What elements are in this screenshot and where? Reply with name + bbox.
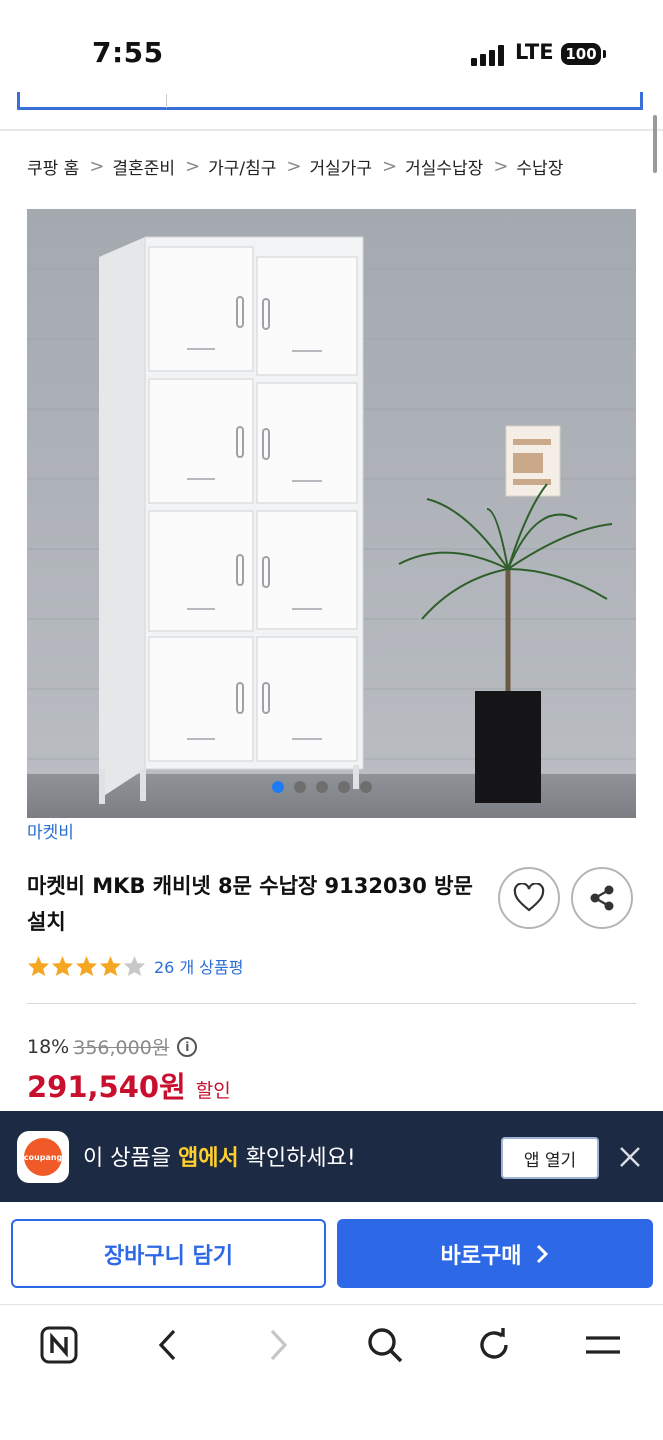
add-to-cart-button[interactable]: 장바구니 담기 bbox=[11, 1219, 326, 1288]
breadcrumb-item-living-furniture[interactable]: 거실가구 bbox=[309, 154, 372, 179]
naver-n-glyph bbox=[40, 1326, 78, 1364]
network-type: LTE bbox=[515, 40, 554, 64]
original-price: 356,000원 bbox=[73, 1037, 170, 1059]
original-price-row: 18% 356,000원 i bbox=[27, 1033, 198, 1060]
refresh-glyph bbox=[480, 1328, 508, 1359]
carousel-indicator[interactable] bbox=[272, 781, 372, 793]
toolbar-divider bbox=[0, 1304, 663, 1305]
discount-rate: 18% bbox=[27, 1035, 70, 1058]
coupang-logo-mark: coupang bbox=[24, 1138, 62, 1176]
star-icon bbox=[51, 955, 74, 977]
search-bar[interactable] bbox=[17, 92, 643, 110]
buy-now-label: 바로구매 bbox=[440, 1243, 522, 1269]
close-banner-button[interactable] bbox=[615, 1142, 645, 1172]
banner-text-highlight: 앱에서 bbox=[177, 1146, 239, 1171]
chevron-right-icon: > bbox=[89, 155, 105, 177]
open-app-button[interactable]: 앱 열기 bbox=[501, 1137, 599, 1179]
cabinet-photo bbox=[27, 209, 636, 818]
search-icon[interactable] bbox=[365, 1325, 405, 1365]
breadcrumb-item-furniture[interactable]: 가구/침구 bbox=[208, 154, 276, 179]
banner-text-2: 확인하세요! bbox=[238, 1146, 356, 1171]
buy-now-button[interactable]: 바로구매 bbox=[337, 1219, 653, 1288]
back-icon[interactable] bbox=[148, 1325, 188, 1365]
breadcrumb-item-living-storage[interactable]: 거실수납장 bbox=[405, 154, 483, 179]
battery-tip bbox=[603, 50, 606, 58]
brand-link[interactable]: 마켓비 bbox=[27, 818, 74, 843]
sale-label: 할인 bbox=[195, 1080, 231, 1102]
rating[interactable]: 26 개 상품평 bbox=[27, 954, 243, 978]
chevron-right-icon: > bbox=[382, 155, 398, 177]
star-icon bbox=[75, 955, 98, 977]
battery-icon: 100 bbox=[561, 43, 601, 65]
chevron-left-glyph bbox=[158, 1329, 176, 1361]
breadcrumb: 쿠팡 홈 > 결혼준비 > 가구/침구 > 거실가구 > 거실수납장 > 수납장 bbox=[27, 152, 563, 180]
carousel-dot[interactable] bbox=[316, 781, 328, 793]
breadcrumb-item-home[interactable]: 쿠팡 홈 bbox=[27, 154, 79, 179]
forward-icon[interactable] bbox=[258, 1325, 298, 1365]
coupang-logo: coupang bbox=[17, 1131, 69, 1183]
star-icon bbox=[99, 955, 122, 977]
sale-price: 291,540원 bbox=[27, 1070, 186, 1104]
close-icon bbox=[620, 1147, 640, 1167]
breadcrumb-item-storage[interactable]: 수납장 bbox=[516, 154, 563, 179]
app-banner-text: 이 상품을 앱에서 확인하세요! bbox=[83, 1140, 356, 1172]
share-button[interactable] bbox=[571, 867, 633, 929]
chevron-right-icon bbox=[537, 1244, 549, 1263]
magnifier-glyph bbox=[368, 1328, 403, 1363]
chevron-right-icon: > bbox=[184, 155, 201, 177]
hamburger-glyph bbox=[586, 1336, 620, 1354]
wishlist-button[interactable] bbox=[498, 867, 560, 929]
review-count-link[interactable]: 26 개 상품평 bbox=[154, 954, 243, 978]
product-image[interactable] bbox=[27, 209, 636, 818]
section-divider bbox=[27, 1003, 636, 1004]
page-scrollbar[interactable] bbox=[653, 115, 657, 173]
search-divider bbox=[166, 94, 167, 108]
chevron-right-glyph bbox=[270, 1329, 288, 1361]
breadcrumb-item-wedding[interactable]: 결혼준비 bbox=[112, 154, 175, 179]
carousel-dot[interactable] bbox=[272, 781, 284, 793]
share-icon bbox=[590, 885, 614, 911]
banner-text-1: 이 상품을 bbox=[83, 1146, 178, 1171]
status-time: 7:55 bbox=[92, 36, 164, 69]
star-icon bbox=[27, 955, 50, 977]
naver-n-icon[interactable] bbox=[39, 1325, 79, 1365]
star-icon bbox=[123, 955, 146, 977]
signal-icon bbox=[471, 44, 505, 66]
menu-icon[interactable] bbox=[583, 1325, 623, 1365]
header-divider bbox=[0, 129, 663, 131]
sale-price-row: 291,540원 할인 bbox=[27, 1064, 231, 1106]
refresh-icon[interactable] bbox=[474, 1325, 514, 1365]
heart-icon bbox=[513, 883, 545, 912]
carousel-dot[interactable] bbox=[294, 781, 306, 793]
carousel-dot[interactable] bbox=[360, 781, 372, 793]
carousel-dot[interactable] bbox=[338, 781, 350, 793]
chevron-right-icon: > bbox=[286, 155, 302, 177]
chevron-right-icon: > bbox=[493, 155, 509, 177]
star-rating bbox=[27, 955, 146, 977]
info-icon[interactable]: i bbox=[177, 1036, 198, 1057]
product-title: 마켓비 MKB 캐비넷 8문 수납장 9132030 방문설치 bbox=[27, 874, 473, 934]
